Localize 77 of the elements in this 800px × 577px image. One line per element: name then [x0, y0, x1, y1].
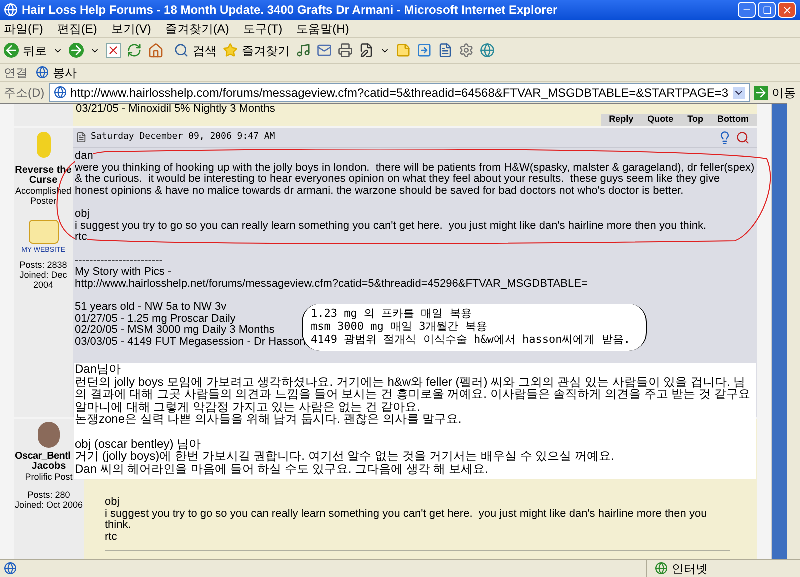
menu-item[interactable]: 편집(E): [57, 20, 98, 38]
post-text: http://www.hairlosshelp.net/forums/messageview.cfm?catid=5&threadid=45296&FTVAR_MSGDBTABLE=: [75, 278, 588, 290]
mail-icon[interactable]: [317, 43, 332, 58]
post-text: obj: [105, 497, 120, 508]
author-name[interactable]: Oscar_Bentl: [14, 452, 71, 462]
post-text: dan: [75, 151, 94, 162]
post-text: rtc: [105, 532, 118, 543]
dropdown-icon[interactable]: [733, 86, 745, 98]
globe-icon: [655, 562, 668, 575]
translation-text: 런던의 jolly boys 모임에 가보려고 생각하셨나요. 거기에는 h&w와 feller (펠러) 씨와 그외의 관심 있는 사람들이 있을 겁니다. 님의 결과에 대해 그곳 사람들의 의견과 느낌을 들어 보시는 건 흥미로울 꺼예요. 이사람들은 솔직하게 의견을 주고 받는 것 같구요 알마니에 대해 그렇게 악감정 가지고 있는 사람은 없는 건 같아요.: [75, 376, 752, 413]
favorites-button[interactable]: 즐겨찾기: [223, 42, 290, 60]
callout-text: 1.23 mg 의 프카를 매일 복용: [311, 307, 473, 320]
menu-item[interactable]: 보기(V): [111, 20, 152, 38]
edit-icon[interactable]: [359, 43, 374, 58]
link-item[interactable]: 봉사: [36, 64, 77, 82]
callout-text: msm 3000 mg 매일 3개월간 복용: [311, 320, 488, 333]
avatar-figure: [36, 132, 50, 158]
post-action-link[interactable]: Top: [688, 113, 704, 127]
translation-text: obj (oscar bentley) 님아: [75, 438, 202, 450]
post-count: Posts: 280: [28, 490, 70, 500]
post-text: 03/03/05 - 4149 FUT Megasession - Dr Hasson: [75, 336, 306, 348]
back-button[interactable]: 뒤로: [4, 42, 47, 60]
search-icon[interactable]: [736, 130, 750, 144]
settings-icon[interactable]: [459, 43, 474, 58]
scrollbar[interactable]: [771, 104, 787, 559]
post-action-link[interactable]: Reply: [609, 113, 634, 127]
post-text: were you thinking of hooking up with the jolly boys in london. there will be patients from H&W(spasky, malster & garageland), dr feller(spex) & the curious. it would be interesting to hear everyones opinion on what they feel about your results. these guys seem like they give honest opinions & have no malice towards dr armani. the warzone should be saved for bad doctors not who's doctor is better.: [75, 162, 755, 197]
author-rank: Prolific Post: [25, 472, 73, 482]
post-date: Saturday December 09, 2006 9:47 AM: [91, 130, 276, 144]
post-icon: [76, 132, 87, 143]
post-action-link[interactable]: Bottom: [718, 113, 749, 127]
lightbulb-icon[interactable]: [718, 130, 732, 144]
close-icon: [782, 4, 792, 16]
post-text: 51 years old - NW 5a to NW 3v: [75, 302, 227, 314]
close-button[interactable]: [778, 2, 796, 18]
post-text: i suggest you try to go so you can really learn something you can't get here. you just might like dan's hairline more then you think.: [105, 508, 708, 532]
home-icon[interactable]: [148, 42, 164, 58]
author-name[interactable]: Jacobs: [32, 462, 66, 472]
go-button[interactable]: 이동: [754, 84, 796, 102]
translation-text: Dan 씨의 헤어라인을 마음에 들어 하실 수도 있구요. 그다음에 생각 해 보세요.: [75, 462, 488, 475]
search-icon: [174, 43, 189, 58]
post-text: 01/27/05 - 1.25 mg Proscar Daily: [75, 314, 236, 325]
join-date: Joined: Oct 2006: [14, 500, 84, 510]
translation-text: 거기 (jolly boys)에 한번 가보시길 권합니다. 여기선 알수 없는 것을 거기서는 배우실 수 있으실 꺼예요.: [75, 450, 614, 462]
document-icon[interactable]: [438, 43, 453, 58]
menu-item[interactable]: 도움말(H): [296, 20, 350, 38]
stop-icon[interactable]: [106, 43, 121, 58]
post-count: Posts: 2838: [20, 260, 68, 270]
window-title: Hair Loss Help Forums - 18 Month Update. 3400 Grafts Dr Armani - Microsoft Internet Explorer: [22, 2, 558, 19]
post-text: My Story with Pics -: [75, 267, 172, 278]
translation-text: 논쟁zone은 실력 나쁜 의사들을 위해 남겨 둡시다. 괜찮은 의사를 말구요.: [75, 413, 462, 426]
address-field[interactable]: http://www.hairlosshelp.com/forums/messageview.cfm?catid=5&threadid=64568&FTVAR_MSGDBTABLE=&STARTPAGE=3: [48, 83, 750, 102]
post-text: i suggest you try to go so you can really learn something you can't get here. you just might like dan's hairline more then you think.: [75, 220, 707, 232]
browser-icon: [4, 3, 18, 17]
join-date: Joined: Dec 2004: [18, 270, 68, 290]
translation-text: Dan님아: [75, 363, 122, 376]
menu-item[interactable]: 즐겨찾기(A): [165, 20, 230, 38]
minimize-button[interactable]: [738, 2, 756, 18]
print-icon[interactable]: [338, 43, 353, 58]
post-action-link[interactable]: Quote: [648, 113, 674, 127]
menu-item[interactable]: 파일(F): [4, 20, 44, 38]
callout-text: 4149 광범위 절개식 이식수술 h&w에서 hasson씨에게 받음.: [311, 333, 632, 346]
search-button[interactable]: 검색: [174, 42, 217, 60]
star-icon: [223, 43, 238, 58]
post-text: obj: [75, 209, 90, 220]
refresh-icon[interactable]: [127, 43, 142, 58]
menu-item[interactable]: 도구(T): [243, 20, 283, 38]
maximize-icon: [762, 6, 772, 14]
links-label: 연결: [4, 64, 28, 82]
forward-icon[interactable]: [69, 43, 84, 58]
zone-label: 인터넷: [672, 560, 708, 577]
address-label: 주소(D): [4, 84, 45, 102]
post-text: 02/20/05 - MSM 3000 mg Daily 3 Months: [75, 325, 275, 336]
url-text: http://www.hairlosshelp.com/forums/messageview.cfm?catid=5&threadid=64568&FTVAR_MSGDBTABLE=&STARTPAGE=3: [70, 84, 729, 102]
post-text: rtc: [75, 232, 88, 244]
maximize-button[interactable]: [758, 2, 776, 18]
post-text: 03/21/05 - Minoxidil 5% Nightly 3 Months: [75, 104, 276, 114]
